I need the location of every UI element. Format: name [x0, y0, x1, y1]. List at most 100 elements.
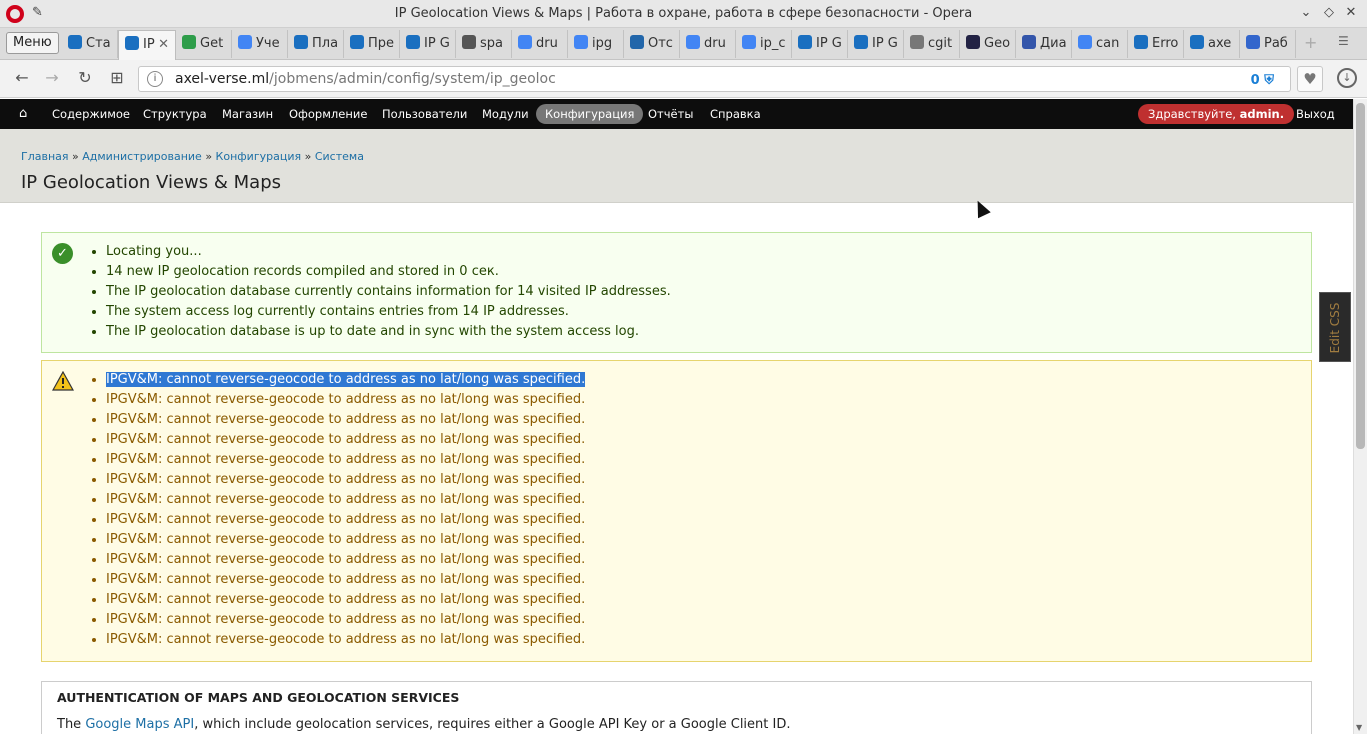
google-maps-api-link[interactable]: Google Maps API — [85, 717, 194, 732]
tab-favicon-icon — [518, 35, 532, 49]
page-header: Главная » Администрирование » Конфигурац… — [0, 129, 1353, 203]
tab-favicon-icon — [854, 35, 868, 49]
tab-favicon-icon — [1246, 35, 1260, 49]
close-tab-icon[interactable]: ✕ — [158, 31, 169, 59]
status-item: The IP geolocation database is up to dat… — [106, 322, 1311, 342]
home-icon[interactable]: ⌂ — [19, 106, 33, 121]
toolbar-item-structure[interactable]: Структура — [143, 99, 207, 129]
tab-menu-icon[interactable]: ☰ — [1338, 34, 1349, 48]
breadcrumb-config[interactable]: Конфигурация — [216, 150, 302, 163]
toolbar-item-reports[interactable]: Отчёты — [648, 99, 693, 129]
tab-21[interactable]: Раб — [1240, 30, 1296, 58]
check-icon: ✓ — [52, 243, 73, 264]
tab-label: Geo — [984, 36, 1011, 51]
tab-label: Диа — [1040, 36, 1067, 51]
tab-15[interactable]: cgit — [904, 30, 960, 58]
toolbar-item-store[interactable]: Магазин — [222, 99, 273, 129]
scrollbar-thumb[interactable] — [1356, 103, 1365, 449]
tab-favicon-icon — [294, 35, 308, 49]
warning-item: IPGV&M: cannot reverse-geocode to addres… — [106, 630, 1311, 650]
tab-10[interactable]: Отс — [624, 30, 680, 58]
status-item: Locating you... — [106, 242, 1311, 262]
warning-item: IPGV&M: cannot reverse-geocode to addres… — [106, 470, 1311, 490]
tab-14[interactable]: IP G — [848, 30, 904, 58]
user-greeting[interactable]: Здравствуйте, admin. — [1138, 104, 1295, 124]
tab-favicon-icon — [966, 35, 980, 49]
tab-label: ip_c — [760, 36, 786, 51]
warning-item: IPGV&M: cannot reverse-geocode to addres… — [106, 570, 1311, 590]
tab-favicon-icon — [406, 35, 420, 49]
tab-1[interactable]: IP ✕ — [118, 30, 176, 60]
warning-message: IPGV&M: cannot reverse-geocode to addres… — [41, 360, 1312, 662]
restore-icon[interactable]: ◇ — [1321, 5, 1337, 20]
chevron-down-icon[interactable]: ⌄ — [1298, 5, 1314, 20]
tab-label: Отс — [648, 36, 673, 51]
back-icon[interactable]: ← — [12, 68, 32, 87]
breadcrumb-admin[interactable]: Администрирование — [82, 150, 202, 163]
toolbar-item-appearance[interactable]: Оформление — [289, 99, 367, 129]
tab-favicon-icon — [574, 35, 588, 49]
vertical-scrollbar[interactable]: ▼ — [1353, 99, 1367, 734]
tab-9[interactable]: ipg — [568, 30, 624, 58]
tab-favicon-icon — [742, 35, 756, 49]
new-tab-icon[interactable]: + — [1304, 33, 1317, 52]
tab-label: Раб — [1264, 36, 1288, 51]
tab-label: can — [1096, 36, 1120, 51]
tab-12[interactable]: ip_c — [736, 30, 792, 58]
close-window-icon[interactable]: ✕ — [1343, 5, 1359, 20]
breadcrumb: Главная » Администрирование » Конфигурац… — [21, 150, 364, 163]
tab-5[interactable]: Пре — [344, 30, 400, 58]
warning-item: IPGV&M: cannot reverse-geocode to addres… — [106, 610, 1311, 630]
tab-19[interactable]: Erro — [1128, 30, 1184, 58]
url-input[interactable]: i axel-verse.ml/jobmens/admin/config/sys… — [138, 66, 1291, 92]
fieldset-description: The Google Maps API, which include geolo… — [57, 717, 791, 732]
tab-11[interactable]: dru — [680, 30, 736, 58]
address-bar: ← → ↻ ⊞ i axel-verse.ml/jobmens/admin/co… — [0, 60, 1367, 98]
status-item: The system access log currently contains… — [106, 302, 1311, 322]
tab-favicon-icon — [1078, 35, 1092, 49]
tab-7[interactable]: spa — [456, 30, 512, 58]
auth-fieldset: AUTHENTICATION OF MAPS AND GEOLOCATION S… — [41, 681, 1312, 734]
tab-favicon-icon — [462, 35, 476, 49]
status-list: Locating you...14 new IP geolocation rec… — [42, 233, 1311, 342]
tab-3[interactable]: Уче — [232, 30, 288, 58]
menu-button[interactable]: Меню — [6, 32, 59, 54]
adblock-shield-icon[interactable]: 0 ⛨ — [1251, 69, 1274, 93]
scroll-down-icon[interactable]: ▼ — [1356, 723, 1362, 732]
tab-13[interactable]: IP G — [792, 30, 848, 58]
tab-label: axe — [1208, 36, 1232, 51]
tab-17[interactable]: Диа — [1016, 30, 1072, 58]
breadcrumb-system[interactable]: Система — [315, 150, 364, 163]
forward-icon[interactable]: → — [42, 68, 62, 87]
toolbar-item-content[interactable]: Содержимое — [52, 99, 130, 129]
tab-8[interactable]: dru — [512, 30, 568, 58]
tab-18[interactable]: can — [1072, 30, 1128, 58]
window-titlebar: ✎ IP Geolocation Views & Maps | Работа в… — [0, 0, 1367, 28]
reload-icon[interactable]: ↻ — [75, 68, 95, 87]
tab-bar: Меню Ста IP ✕ Get Уче Пла Пре IP G spa dru ipg Отс d… — [0, 28, 1367, 60]
tab-0[interactable]: Ста — [62, 30, 118, 58]
tab-favicon-icon — [1022, 35, 1036, 49]
download-icon[interactable]: ↓ — [1337, 68, 1357, 88]
tab-20[interactable]: axe — [1184, 30, 1240, 58]
tab-favicon-icon — [1190, 35, 1204, 49]
toolbar-item-users[interactable]: Пользователи — [382, 99, 467, 129]
breadcrumb-home[interactable]: Главная — [21, 150, 69, 163]
speed-dial-icon[interactable]: ⊞ — [107, 68, 127, 87]
admin-toolbar: ⌂ Содержимое Структура Магазин Оформлени… — [0, 99, 1353, 129]
status-item: The IP geolocation database currently co… — [106, 282, 1311, 302]
tab-label: Erro — [1152, 36, 1179, 51]
tab-label: Get — [200, 36, 224, 51]
tab-favicon-icon — [630, 35, 644, 49]
site-info-icon[interactable]: i — [147, 71, 163, 87]
edit-css-tab[interactable]: Edit CSS — [1319, 292, 1351, 362]
tab-16[interactable]: Geo — [960, 30, 1016, 58]
tab-6[interactable]: IP G — [400, 30, 456, 58]
toolbar-item-modules[interactable]: Модули — [482, 99, 529, 129]
toolbar-item-configuration[interactable]: Конфигурация — [536, 104, 644, 124]
tab-2[interactable]: Get — [176, 30, 232, 58]
tab-4[interactable]: Пла — [288, 30, 344, 58]
heart-icon[interactable]: ♥ — [1297, 66, 1323, 92]
logout-link[interactable]: Выход — [1296, 99, 1335, 129]
toolbar-item-help[interactable]: Справка — [710, 99, 761, 129]
